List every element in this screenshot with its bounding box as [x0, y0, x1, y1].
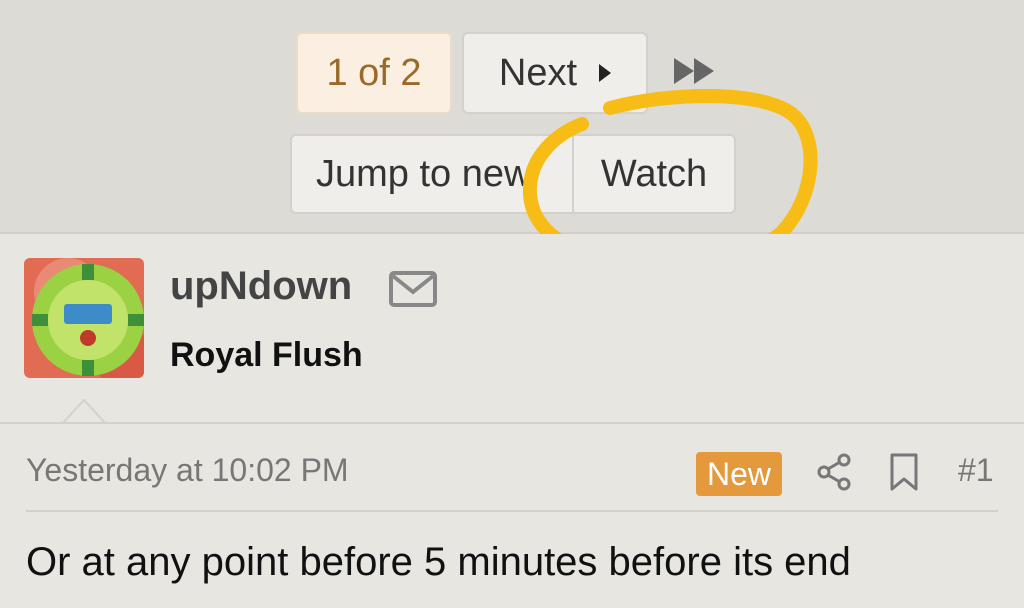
- user-title: Royal Flush: [170, 336, 363, 374]
- envelope-icon[interactable]: [388, 270, 438, 308]
- post-meta-divider: [26, 510, 998, 512]
- jump-to-new-button[interactable]: Jump to new: [292, 136, 574, 212]
- watch-button[interactable]: Watch: [574, 136, 734, 212]
- post-author-header: [0, 234, 1024, 422]
- share-icon[interactable]: [814, 452, 854, 492]
- next-label: Next: [498, 51, 578, 94]
- play-right-icon: [599, 64, 612, 82]
- post-number-link[interactable]: #1: [958, 452, 994, 489]
- next-page-button[interactable]: Next: [462, 32, 648, 114]
- poker-chip-avatar-image: [24, 258, 144, 378]
- page-indicator-button[interactable]: 1 of 2: [296, 32, 452, 114]
- double-chevron-right-icon[interactable]: [672, 56, 718, 86]
- post-date-link[interactable]: Yesterday at 10:02 PM: [26, 452, 349, 489]
- new-badge: New: [696, 452, 782, 496]
- post-message-text: Or at any point before 5 minutes before …: [26, 540, 851, 584]
- bookmark-icon[interactable]: [886, 452, 922, 492]
- avatar[interactable]: [24, 258, 144, 378]
- author-pointer-arrow: [62, 398, 106, 424]
- username-link[interactable]: upNdown: [170, 264, 352, 309]
- thread-actions-group: Jump to new Watch: [290, 134, 736, 214]
